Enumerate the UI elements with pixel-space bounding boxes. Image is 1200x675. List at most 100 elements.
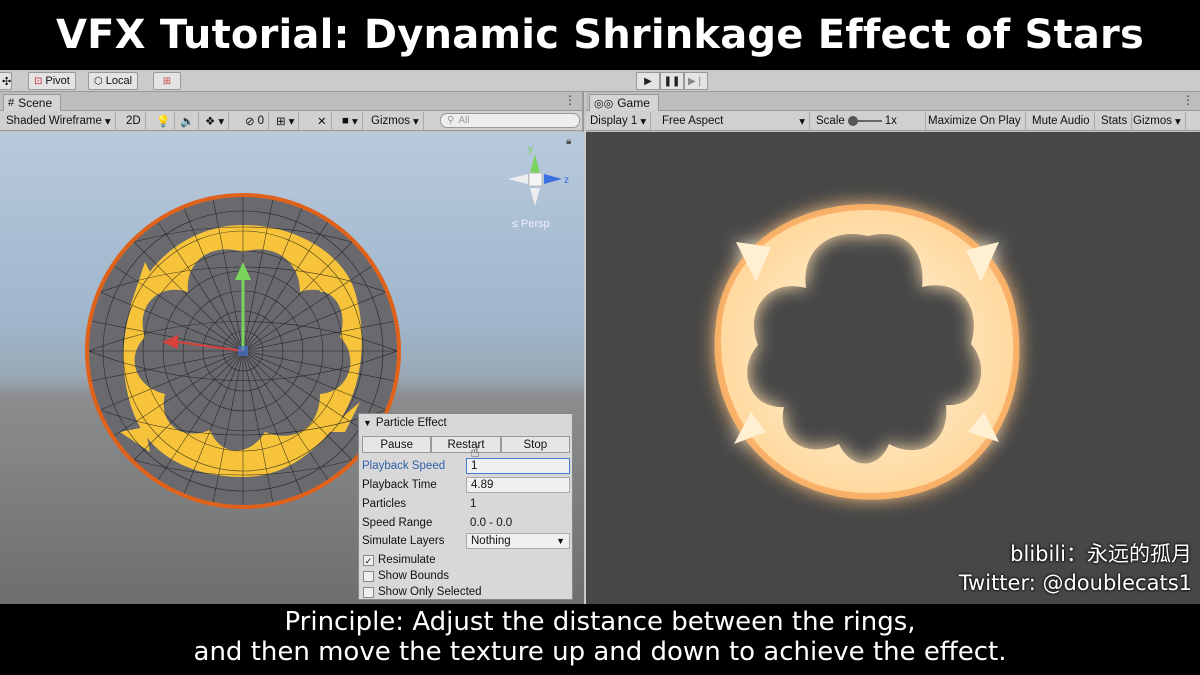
aspect-dropdown[interactable]: Free Aspect ▾ bbox=[658, 112, 810, 130]
scene-menu-icon[interactable]: ⋮ bbox=[564, 93, 576, 107]
gizmos-dropdown[interactable]: Gizmos ▾ bbox=[367, 112, 424, 130]
simulate-layers-row: Simulate Layers Nothing ▼ bbox=[362, 532, 572, 549]
show-bounds-checkbox[interactable]: Show Bounds bbox=[363, 568, 449, 584]
camera-icon: ■ bbox=[342, 115, 349, 127]
lighting-toggle[interactable]: 💡 bbox=[152, 112, 176, 130]
maximize-on-play-toggle[interactable]: Maximize On Play bbox=[924, 112, 1026, 130]
grid-toggle[interactable]: ⊞ ▾ bbox=[272, 112, 300, 130]
particle-effect-header[interactable]: ▼ Particle Effect bbox=[359, 414, 572, 432]
credit-bilibili: blibili：永远的孤月 bbox=[1010, 542, 1192, 566]
particles-row: Particles 1 bbox=[362, 495, 572, 512]
play-icon: ▶ bbox=[644, 75, 652, 87]
playback-speed-field[interactable]: 1 bbox=[466, 457, 570, 474]
local-icon: ⬡ bbox=[94, 75, 103, 87]
checkbox-unchecked[interactable] bbox=[363, 570, 374, 582]
center-handle[interactable] bbox=[238, 346, 248, 356]
grid-icon: # bbox=[8, 97, 15, 109]
stats-toggle[interactable]: Stats bbox=[1097, 112, 1133, 130]
mouse-cursor-icon: ☝ bbox=[470, 442, 480, 461]
search-icon: ⚲ bbox=[447, 115, 455, 126]
shading-mode-dropdown[interactable]: Shaded Wireframe ▾ bbox=[2, 112, 116, 130]
scene-search-input[interactable]: ⚲ All bbox=[440, 113, 580, 128]
light-icon: 💡 bbox=[156, 116, 171, 128]
credit-twitter: Twitter: @doublecats1 bbox=[958, 571, 1192, 595]
persp-indicator[interactable]: ≤ Persp bbox=[512, 218, 550, 230]
video-title: VFX Tutorial: Dynamic Shrinkage Effect o… bbox=[0, 0, 1200, 70]
persp-icon: ≤ bbox=[512, 218, 519, 230]
game-gizmos-dropdown[interactable]: Gizmos ▾ bbox=[1129, 112, 1186, 130]
checkbox-unchecked[interactable] bbox=[363, 586, 374, 598]
orientation-gizmo[interactable]: y z bbox=[508, 144, 569, 206]
game-tabbar: ◎◎ Game ⋮ bbox=[586, 92, 1200, 111]
gizmo-center-cube[interactable] bbox=[528, 172, 543, 187]
scale-slider-track[interactable] bbox=[847, 116, 882, 126]
gizmo-z-cone[interactable] bbox=[544, 174, 562, 184]
gizmo-y-label: y bbox=[528, 144, 533, 155]
audio-toggle[interactable]: 🔈 bbox=[176, 112, 200, 130]
local-button[interactable]: ⬡ Local bbox=[88, 72, 139, 90]
playback-speed-row: Playback Speed 1 bbox=[362, 457, 572, 474]
tool-settings[interactable]: ✕ bbox=[313, 112, 332, 130]
gizmo-z-label: z bbox=[564, 175, 569, 186]
restart-effect-button[interactable]: Restart bbox=[431, 436, 501, 453]
grid-icon: ⊞ bbox=[276, 116, 286, 128]
game-panel: ◎◎ Game ⋮ Display 1 ▾ Free Aspect ▾ Scale … bbox=[586, 92, 1200, 604]
show-only-selected-checkbox[interactable]: Show Only Selected bbox=[363, 584, 482, 600]
subtitle: Principle: Adjust the distance between t… bbox=[0, 604, 1200, 675]
particles-count: 1 bbox=[470, 497, 477, 510]
effects-dropdown[interactable]: ❖ ▾ bbox=[201, 112, 230, 130]
transform-tool-icon[interactable]: ✣ bbox=[0, 72, 12, 90]
audio-icon: 🔈 bbox=[180, 116, 195, 128]
tool-icon: ✕ bbox=[317, 116, 327, 128]
speed-range-row: Speed Range 0.0 - 0.0 bbox=[362, 514, 572, 531]
game-view[interactable] bbox=[586, 132, 1200, 604]
checkbox-checked[interactable]: ✓ bbox=[363, 554, 374, 566]
grid-snap-button[interactable]: ⊞ bbox=[153, 72, 181, 90]
gizmo-y-cone[interactable] bbox=[530, 154, 540, 174]
particle-effect-window: ▼ Particle Effect Pause Restart Stop Pla… bbox=[358, 413, 573, 600]
dropdown-arrow-icon: ▼ bbox=[556, 535, 565, 546]
subtitle-line-1: Principle: Adjust the distance between t… bbox=[284, 607, 916, 637]
game-viewport-svg bbox=[714, 204, 1020, 500]
gizmo-neg-y-cone[interactable] bbox=[530, 188, 540, 206]
game-controller-icon: ◎◎ bbox=[594, 97, 614, 110]
pivot-button[interactable]: ⊡ Pivot bbox=[28, 72, 76, 90]
step-button[interactable]: ▶❘ bbox=[684, 72, 708, 90]
simulate-layers-dropdown[interactable]: Nothing ▼ bbox=[466, 532, 570, 549]
hidden-icon: ⊘ bbox=[245, 116, 255, 128]
scene-toolbar: Shaded Wireframe ▾ 2D 💡 🔈 ❖ ▾ ⊘ 0 ⊞ ▾ ✕ ■ ▾ G… bbox=[0, 111, 582, 131]
grid-snap-icon: ⊞ bbox=[162, 75, 172, 87]
tab-game[interactable]: ◎◎ Game bbox=[589, 94, 659, 111]
stop-effect-button[interactable]: Stop bbox=[500, 436, 570, 453]
playback-time-row: Playback Time 4.89 bbox=[362, 476, 572, 493]
effects-icon: ❖ bbox=[205, 116, 216, 128]
foldout-icon[interactable]: ▼ bbox=[363, 418, 372, 428]
main-toolbar: ✣ ⊡ Pivot ⬡ Local ⊞ ▶ ❚❚ ▶❘ bbox=[0, 70, 1200, 92]
scene-tabbar: # Scene ⋮ bbox=[0, 92, 582, 111]
play-controls: ▶ ❚❚ ▶❘ bbox=[636, 72, 708, 90]
camera-dropdown[interactable]: ■ ▾ bbox=[338, 112, 363, 130]
gizmo-x-cone[interactable] bbox=[508, 174, 528, 184]
2d-toggle[interactable]: 2D bbox=[122, 112, 146, 130]
scale-slider-thumb[interactable] bbox=[847, 116, 858, 126]
dropdown-arrow-icon: ▾ bbox=[104, 116, 111, 128]
pause-icon: ❚❚ bbox=[663, 75, 681, 87]
lock-icon[interactable]: 🔒︎ bbox=[566, 136, 571, 147]
mute-audio-toggle[interactable]: Mute Audio bbox=[1028, 112, 1095, 130]
pause-button[interactable]: ❚❚ bbox=[660, 72, 684, 90]
credit-overlay: blibili：永远的孤月 Twitter: @doublecats1 bbox=[959, 540, 1192, 598]
play-button[interactable]: ▶ bbox=[636, 72, 660, 90]
playback-time-field[interactable]: 4.89 bbox=[466, 476, 570, 493]
speed-range-value: 0.0 - 0.0 bbox=[470, 516, 513, 529]
pause-effect-button[interactable]: Pause bbox=[362, 436, 432, 453]
resimulate-checkbox[interactable]: ✓ Resimulate bbox=[363, 552, 436, 568]
game-menu-icon[interactable]: ⋮ bbox=[1182, 93, 1194, 107]
game-toolbar: Display 1 ▾ Free Aspect ▾ Scale 1x Maximiz… bbox=[586, 111, 1200, 131]
pivot-icon: ⊡ bbox=[34, 75, 43, 87]
display-dropdown[interactable]: Display 1 ▾ bbox=[586, 112, 652, 130]
tab-scene[interactable]: # Scene bbox=[3, 94, 62, 111]
hidden-objects-toggle[interactable]: ⊘ 0 bbox=[241, 112, 270, 130]
unity-editor: ✣ ⊡ Pivot ⬡ Local ⊞ ▶ ❚❚ ▶❘ # Scene ⋮ Sh… bbox=[0, 70, 1200, 604]
subtitle-line-2: and then move the texture up and down to… bbox=[193, 637, 1007, 667]
scale-slider[interactable]: Scale 1x bbox=[812, 112, 926, 130]
